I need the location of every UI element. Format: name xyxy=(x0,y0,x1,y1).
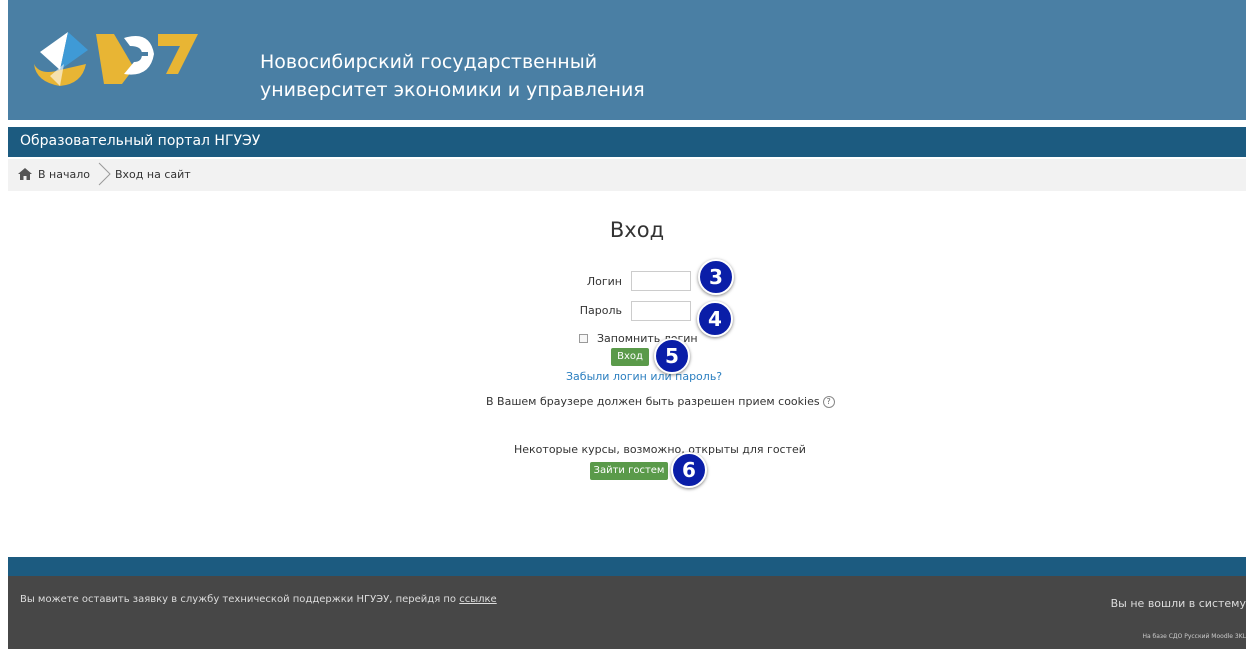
support-text: Вы можете оставить заявку в службу техни… xyxy=(20,594,460,605)
password-label: Пароль xyxy=(579,304,622,317)
username-input[interactable] xyxy=(631,271,691,291)
help-icon[interactable]: ? xyxy=(822,396,835,408)
marker-3: 3 xyxy=(698,259,734,295)
footer-bar xyxy=(8,557,1246,576)
guest-notice: Некоторые курсы, возможно, открыты для г… xyxy=(514,443,806,456)
login-button[interactable]: Вход xyxy=(611,348,649,366)
guest-login-button[interactable]: Зайти гостем xyxy=(590,462,668,480)
breadcrumb-home-link[interactable]: В начало xyxy=(38,168,90,181)
chevron-right-icon xyxy=(98,162,111,186)
page-margin xyxy=(0,0,8,649)
home-icon[interactable] xyxy=(17,167,33,181)
marker-4: 4 xyxy=(697,301,733,337)
site-header: Новосибирский государственный университе… xyxy=(8,0,1246,120)
page: Новосибирский государственный университе… xyxy=(8,0,1246,649)
breadcrumb: В начало Вход на сайт xyxy=(8,159,1246,191)
username-label: Логин xyxy=(586,275,622,288)
support-notice: Вы можете оставить заявку в службу техни… xyxy=(20,594,497,605)
login-title: Вход xyxy=(609,218,665,242)
cookies-notice-text: В Вашем браузере должен быть разрешен пр… xyxy=(486,395,820,408)
marker-6: 6 xyxy=(671,452,707,488)
marker-5: 5 xyxy=(654,338,690,374)
remember-checkbox[interactable] xyxy=(579,334,588,343)
site-footer: Вы можете оставить заявку в службу техни… xyxy=(8,576,1246,649)
university-name: Новосибирский государственный университе… xyxy=(260,48,645,104)
support-link[interactable]: ссылке xyxy=(459,594,496,605)
university-logo[interactable] xyxy=(30,24,200,94)
navbar: Образовательный портал НГУЭУ xyxy=(8,127,1246,157)
login-status: Вы не вошли в систему xyxy=(1110,597,1246,610)
password-input[interactable] xyxy=(631,301,691,321)
breadcrumb-current: Вход на сайт xyxy=(115,168,191,181)
university-name-line2: университет экономики и управления xyxy=(260,79,645,101)
powered-by: На базе СДО Русский Moodle 3KL xyxy=(1142,633,1246,640)
university-name-line1: Новосибирский государственный xyxy=(260,51,598,73)
forgot-password-link[interactable]: Забыли логин или пароль? xyxy=(566,370,722,383)
cookies-notice: В Вашем браузере должен быть разрешен пр… xyxy=(486,395,835,408)
portal-title-link[interactable]: Образовательный портал НГУЭУ xyxy=(20,133,260,149)
